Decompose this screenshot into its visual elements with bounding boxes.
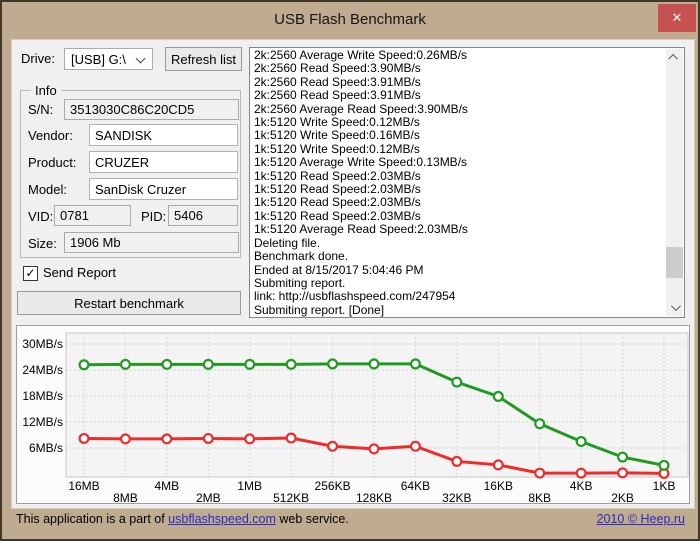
vid-label: VID: bbox=[28, 209, 53, 224]
log-line: 2k:2560 Read Speed:3.91MB/s bbox=[254, 76, 664, 89]
log-line: link: http://usbflashspeed.com/247954 bbox=[254, 290, 664, 303]
pid-field[interactable] bbox=[168, 205, 238, 226]
svg-text:18MB/s: 18MB/s bbox=[22, 389, 63, 403]
svg-text:1MB: 1MB bbox=[237, 479, 262, 493]
sn-label: S/N: bbox=[28, 102, 53, 117]
sn-field[interactable] bbox=[64, 99, 239, 120]
close-icon: ✕ bbox=[672, 10, 683, 26]
log-line: Ended at 8/15/2017 5:04:46 PM bbox=[254, 264, 664, 277]
send-report-checkbox[interactable]: ✓ bbox=[23, 266, 38, 281]
log-output[interactable]: 2k:2560 Average Write Speed:0.26MB/s2k:2… bbox=[249, 47, 685, 318]
chevron-down-icon bbox=[671, 301, 681, 311]
svg-text:512KB: 512KB bbox=[273, 491, 309, 503]
info-group: Info S/N: Vendor: Product: Model: VID: P… bbox=[20, 90, 241, 258]
svg-text:16MB: 16MB bbox=[68, 479, 99, 493]
log-line: 2k:2560 Read Speed:3.91MB/s bbox=[254, 89, 664, 102]
model-label: Model: bbox=[28, 182, 67, 197]
log-line: 1k:5120 Average Write Speed:0.13MB/s bbox=[254, 156, 664, 169]
svg-text:64KB: 64KB bbox=[401, 479, 430, 493]
svg-text:24MB/s: 24MB/s bbox=[22, 363, 63, 377]
drive-select[interactable]: [USB] G:\ bbox=[64, 48, 153, 70]
log-line: 1k:5120 Write Speed:0.16MB/s bbox=[254, 129, 664, 142]
log-line: 1k:5120 Write Speed:0.12MB/s bbox=[254, 116, 664, 129]
log-line: 2k:2560 Average Read Speed:3.90MB/s bbox=[254, 103, 664, 116]
refresh-list-button[interactable]: Refresh list bbox=[165, 47, 242, 71]
window-title: USB Flash Benchmark bbox=[2, 11, 698, 28]
restart-benchmark-button[interactable]: Restart benchmark bbox=[17, 291, 241, 315]
drive-select-value: [USB] G:\ bbox=[71, 52, 126, 67]
log-line: 2k:2560 Read Speed:3.90MB/s bbox=[254, 62, 664, 75]
log-line: 1k:5120 Average Read Speed:2.03MB/s bbox=[254, 223, 664, 236]
vendor-field[interactable] bbox=[89, 124, 238, 146]
svg-text:12MB/s: 12MB/s bbox=[22, 415, 63, 429]
usbflashspeed-link[interactable]: usbflashspeed.com bbox=[168, 512, 276, 526]
log-line: 2k:2560 Average Write Speed:0.26MB/s bbox=[254, 49, 664, 62]
svg-text:8MB: 8MB bbox=[113, 491, 138, 503]
log-line: 1k:5120 Read Speed:2.03MB/s bbox=[254, 210, 664, 223]
svg-text:2KB: 2KB bbox=[611, 491, 634, 503]
app-window: USB Flash Benchmark ✕ Drive: [USB] G:\ R… bbox=[0, 0, 700, 541]
scroll-up-button[interactable] bbox=[666, 49, 683, 66]
copyright-link[interactable]: 2010 © Heep.ru bbox=[597, 512, 685, 526]
scrollbar-thumb[interactable] bbox=[666, 247, 683, 278]
pid-label: PID: bbox=[141, 209, 166, 224]
log-line: Submiting report. bbox=[254, 277, 664, 290]
svg-text:4KB: 4KB bbox=[570, 479, 593, 493]
close-button[interactable]: ✕ bbox=[658, 4, 696, 32]
svg-text:4MB: 4MB bbox=[155, 479, 180, 493]
status-suffix: web service. bbox=[276, 512, 349, 526]
product-field[interactable] bbox=[89, 151, 238, 173]
svg-text:256KB: 256KB bbox=[315, 479, 351, 493]
info-group-label: Info bbox=[31, 83, 61, 98]
status-prefix: This application is a part of bbox=[16, 512, 168, 526]
svg-text:2MB: 2MB bbox=[196, 491, 221, 503]
product-label: Product: bbox=[28, 155, 76, 170]
svg-text:128KB: 128KB bbox=[356, 491, 392, 503]
log-line: Deleting file. bbox=[254, 237, 664, 250]
svg-text:8KB: 8KB bbox=[528, 491, 551, 503]
chevron-down-icon bbox=[136, 54, 146, 64]
svg-text:16KB: 16KB bbox=[484, 479, 513, 493]
chevron-up-icon bbox=[668, 54, 678, 64]
send-report-label: Send Report bbox=[43, 265, 116, 280]
check-icon: ✓ bbox=[25, 267, 35, 279]
svg-text:1KB: 1KB bbox=[653, 479, 676, 493]
log-line: 1k:5120 Read Speed:2.03MB/s bbox=[254, 183, 664, 196]
log-line: Benchmark done. bbox=[254, 250, 664, 263]
log-line: 1k:5120 Write Speed:0.12MB/s bbox=[254, 143, 664, 156]
svg-text:32KB: 32KB bbox=[442, 491, 471, 503]
log-lines: 2k:2560 Average Write Speed:0.26MB/s2k:2… bbox=[254, 49, 664, 317]
benchmark-chart: 30MB/s 24MB/s 18MB/s 12MB/s 6MB/s 16MB 8MB 4MB 2… bbox=[17, 326, 689, 503]
svg-text:30MB/s: 30MB/s bbox=[22, 337, 63, 351]
log-line: 1k:5120 Read Speed:2.03MB/s bbox=[254, 196, 664, 209]
chart-panel: 30MB/s 24MB/s 18MB/s 12MB/s 6MB/s 16MB 8MB 4MB 2… bbox=[16, 325, 690, 504]
log-scrollbar[interactable] bbox=[666, 49, 683, 316]
svg-text:6MB/s: 6MB/s bbox=[29, 441, 63, 455]
vendor-label: Vendor: bbox=[28, 128, 73, 143]
status-text: This application is a part of usbflashsp… bbox=[16, 512, 349, 526]
size-label: Size: bbox=[28, 236, 57, 251]
model-field[interactable] bbox=[89, 178, 238, 200]
vid-field[interactable] bbox=[54, 205, 131, 226]
log-line: Submiting report. [Done] bbox=[254, 304, 664, 317]
client-area: Drive: [USB] G:\ Refresh list Info S/N: … bbox=[11, 39, 695, 509]
size-field[interactable] bbox=[64, 232, 239, 253]
drive-label: Drive: bbox=[21, 51, 55, 66]
scroll-down-button[interactable] bbox=[666, 299, 683, 316]
log-line: 1k:5120 Read Speed:2.03MB/s bbox=[254, 170, 664, 183]
